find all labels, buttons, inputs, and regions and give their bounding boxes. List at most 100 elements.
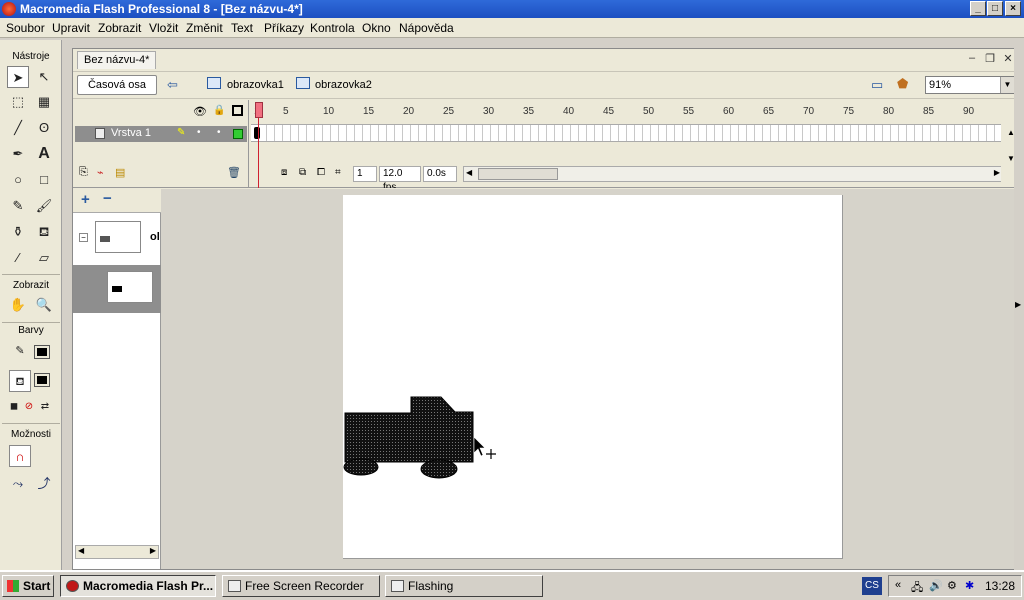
outline-color-icon[interactable] <box>233 129 243 139</box>
menu-text[interactable]: Text <box>231 21 253 35</box>
timeline-scrollbar[interactable]: ◀ ▶ <box>463 166 1001 182</box>
eraser-icon[interactable]: ▱ <box>33 247 55 269</box>
chevron-down-icon[interactable]: ▼ <box>1000 77 1014 93</box>
screen-thumbnail <box>95 221 141 253</box>
pencil-tool-icon[interactable]: ✎ <box>7 195 29 217</box>
pen-tool-icon[interactable]: ✒ <box>7 143 29 165</box>
breadcrumb-screen1[interactable]: obrazovka1 <box>227 79 284 91</box>
close-button[interactable]: × <box>1005 1 1021 16</box>
menu-zmenit[interactable]: Změnit <box>186 21 223 35</box>
eyedropper-icon[interactable]: ⁄ <box>7 247 29 269</box>
straighten-icon[interactable]: ⤴ <box>33 473 55 495</box>
stage[interactable] <box>343 195 843 559</box>
scrollbar-thumb[interactable] <box>478 168 558 180</box>
screen-item-parent[interactable]: − ol <box>73 217 161 265</box>
edit-scene-icon[interactable]: ▭ <box>871 77 883 93</box>
visibility-dot-icon[interactable]: • <box>197 127 201 138</box>
edit-multiple-frames-icon[interactable]: ⌗ <box>335 167 341 178</box>
timeline-toggle-button[interactable]: Časová osa <box>77 75 157 95</box>
doc-minimize-icon[interactable]: – <box>965 52 979 64</box>
outline-icon[interactable] <box>232 105 243 116</box>
side-panel-edge[interactable]: ▶ <box>1014 48 1024 570</box>
start-button[interactable]: Start <box>2 575 54 597</box>
scroll-right-icon[interactable]: ▶ <box>994 168 1000 177</box>
lock-icon[interactable]: 🔒 <box>213 105 225 116</box>
taskbar: Start Macromedia Flash Pr... Free Screen… <box>0 570 1024 600</box>
selection-tool-icon[interactable]: ➤ <box>7 66 29 88</box>
onion-outline-icon[interactable]: ⧠ <box>317 167 325 178</box>
ink-bottle-icon[interactable]: ⚱ <box>7 221 29 243</box>
flash-app-icon[interactable] <box>2 2 16 16</box>
menu-prikazy[interactable]: Příkazy <box>264 21 304 35</box>
menu-kontrola[interactable]: Kontrola <box>310 21 355 35</box>
lasso-tool-icon[interactable]: ʘ <box>33 117 55 139</box>
menu-soubor[interactable]: Soubor <box>6 21 45 35</box>
scroll-left-icon[interactable]: ◀ <box>78 546 84 555</box>
add-layer-icon[interactable]: ⎘ <box>79 166 88 179</box>
fill-color-swatch[interactable] <box>34 373 50 387</box>
back-arrow-icon[interactable]: ⇦ <box>167 77 178 93</box>
edit-symbols-icon[interactable]: ⬟ <box>897 76 908 92</box>
task-flashing[interactable]: Flashing <box>385 575 543 597</box>
fill-transform-icon[interactable]: ▦ <box>33 91 55 113</box>
layer-row[interactable]: Vrstva 1 ✎ • • <box>75 126 247 142</box>
maximize-button[interactable]: □ <box>987 1 1003 16</box>
tray-app-icon[interactable]: ⚙ <box>947 579 957 592</box>
line-tool-icon[interactable]: ╱ <box>7 117 29 139</box>
scroll-left-icon[interactable]: ◀ <box>466 168 472 177</box>
center-frame-icon[interactable]: ⧈ <box>281 167 287 178</box>
add-screen-icon[interactable]: + <box>81 191 90 208</box>
eye-icon[interactable]: 👁 <box>193 105 207 118</box>
task-flash[interactable]: Macromedia Flash Pr... <box>60 575 216 597</box>
doc-restore-icon[interactable]: ❐ <box>983 52 997 65</box>
brush-tool-icon[interactable]: 🖌 <box>33 195 55 217</box>
screen-item-child[interactable] <box>73 265 161 313</box>
add-guide-layer-icon[interactable]: ⌁ <box>97 166 104 179</box>
lock-dot-icon[interactable]: • <box>217 127 221 138</box>
free-transform-icon[interactable]: ⬚ <box>7 91 29 113</box>
ruler-label: 65 <box>763 106 775 117</box>
trash-icon[interactable]: 🗑 <box>227 166 241 179</box>
snap-magnet-icon[interactable]: ∩ <box>9 445 31 467</box>
screens-scrollbar[interactable]: ◀ ▶ <box>75 545 159 559</box>
no-color-icon[interactable]: ⊘ <box>22 396 36 418</box>
oval-tool-icon[interactable]: ○ <box>7 169 29 191</box>
playhead[interactable] <box>255 102 263 188</box>
document-tab[interactable]: Bez názvu-4* <box>77 51 157 69</box>
menu-napoveda[interactable]: Nápověda <box>399 21 454 35</box>
rectangle-tool-icon[interactable]: □ <box>33 169 55 191</box>
task-screen-recorder[interactable]: Free Screen Recorder <box>222 575 380 597</box>
hand-tool-icon[interactable]: ✋ <box>7 294 29 316</box>
stroke-color-swatch[interactable] <box>34 345 50 359</box>
frame-strip[interactable] <box>251 124 1001 142</box>
add-folder-icon[interactable]: ▤ <box>115 166 125 179</box>
tray-volume-icon[interactable]: 🔊 <box>929 579 943 592</box>
minimize-button[interactable]: _ <box>970 1 986 16</box>
truck-drawing[interactable] <box>343 195 843 559</box>
smooth-icon[interactable]: ⤳ <box>7 473 29 495</box>
scroll-right-icon[interactable]: ▶ <box>150 546 156 555</box>
language-indicator[interactable]: CS <box>862 577 882 595</box>
paint-bucket-icon[interactable]: ⛾ <box>33 221 55 243</box>
tray-bluetooth-icon[interactable]: ✱ <box>965 579 974 592</box>
remove-screen-icon[interactable]: − <box>103 190 112 207</box>
task-label: Free Screen Recorder <box>245 579 364 593</box>
menu-zobrazit[interactable]: Zobrazit <box>98 21 141 35</box>
subselection-tool-icon[interactable]: ↖ <box>33 66 55 88</box>
menu-vlozit[interactable]: Vložit <box>149 21 178 35</box>
tray-network-icon[interactable]: 🖧 <box>911 579 923 598</box>
layer-name[interactable]: Vrstva 1 <box>111 127 151 139</box>
onion-skin-icon[interactable]: ⧉ <box>299 167 306 178</box>
doc-close-icon[interactable]: ✕ <box>1001 52 1015 65</box>
menu-okno[interactable]: Okno <box>362 21 391 35</box>
collapse-icon[interactable]: − <box>79 233 88 242</box>
breadcrumb-screen2[interactable]: obrazovka2 <box>315 79 372 91</box>
zoom-tool-icon[interactable]: 🔍 <box>33 294 55 316</box>
text-tool-icon[interactable]: A <box>33 143 55 165</box>
tray-expand-icon[interactable]: « <box>895 579 901 591</box>
zoom-select[interactable]: 91% ▼ <box>925 76 1015 94</box>
menu-upravit[interactable]: Upravit <box>52 21 90 35</box>
expand-panel-icon[interactable]: ▶ <box>1015 300 1021 309</box>
swap-colors-icon[interactable]: ⇄ <box>37 396 53 418</box>
black-white-icon[interactable]: ◼ <box>7 396 21 418</box>
